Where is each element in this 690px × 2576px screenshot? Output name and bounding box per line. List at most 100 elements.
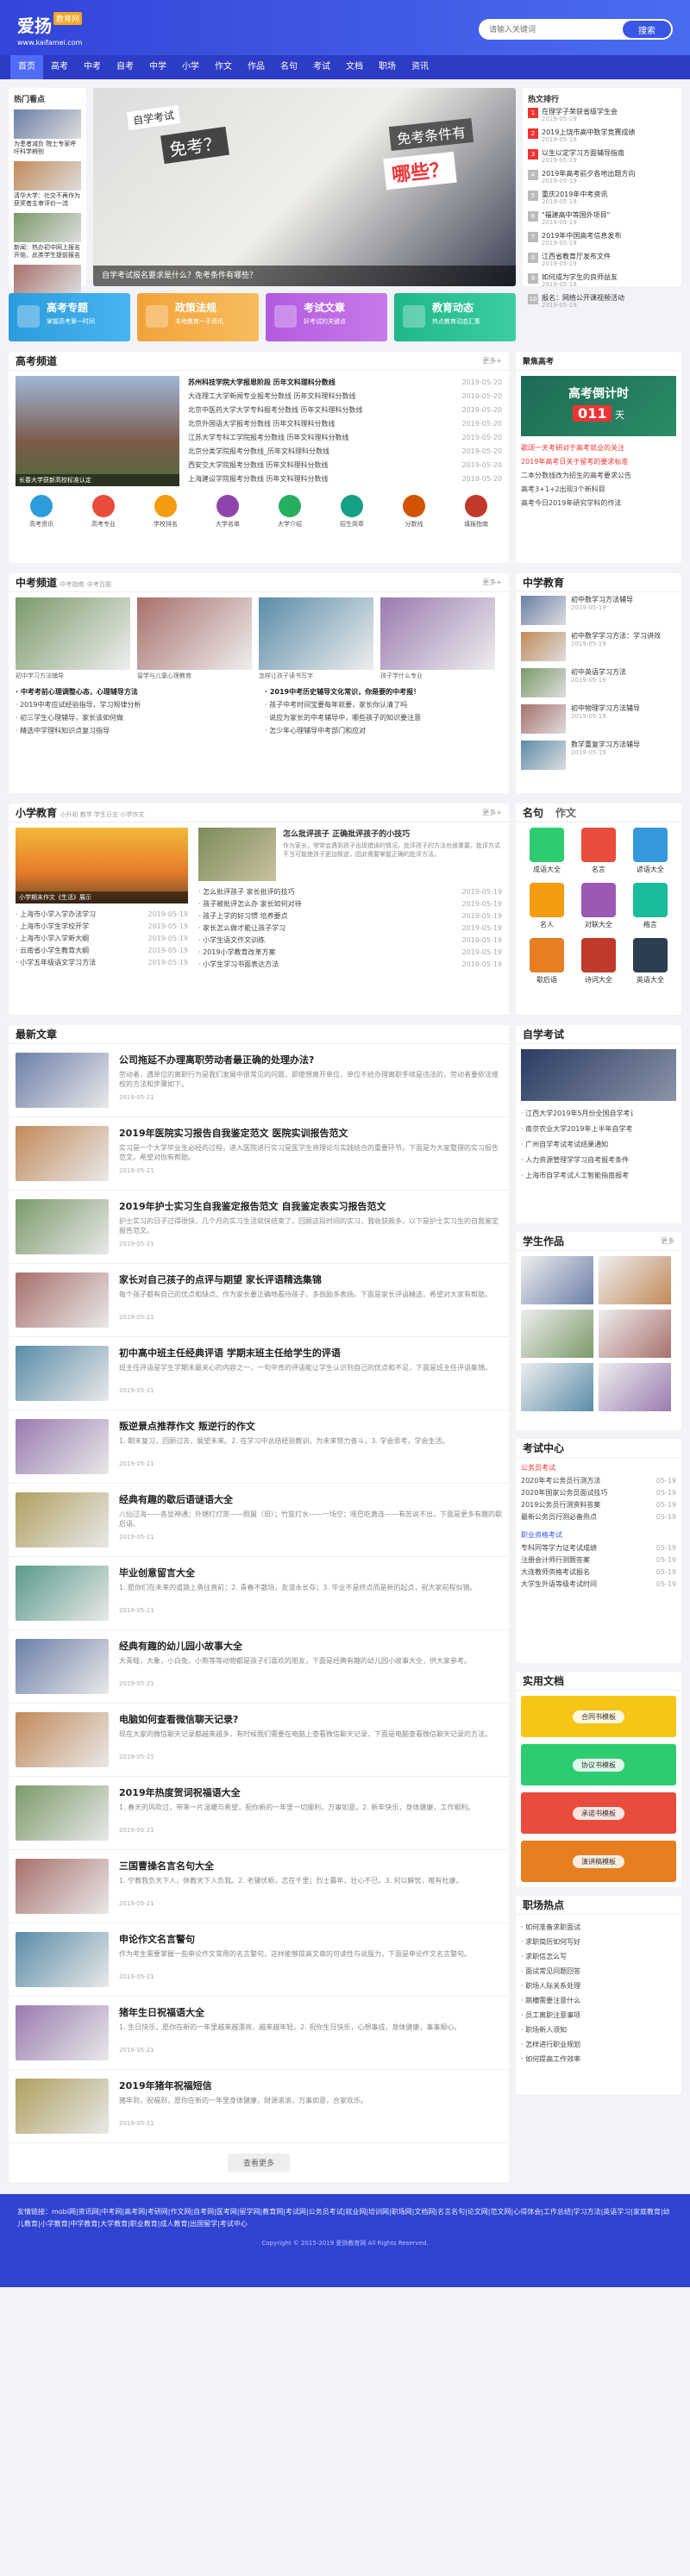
article-item[interactable]: 初中高中班主任经典评语 学期末班主任给学生的评语 班主任评语是学生学期末最关心的内…: [9, 1337, 509, 1410]
rank-item[interactable]: 7 2019年中国高考信息发布 2019-05-19: [528, 232, 676, 247]
list-item[interactable]: · 上海市小学入学新大纲 2019-05-19: [16, 933, 188, 945]
zhongxue-item[interactable]: 初中数学学习方法：学习讲效 2019-05-19: [521, 632, 676, 661]
list-item[interactable]: · 小学五年级语文学习方法 2019-05-19: [16, 957, 188, 969]
tab-mingju[interactable]: 名句: [523, 805, 543, 820]
doc-template-link[interactable]: 合同书模板: [521, 1696, 676, 1737]
career-item[interactable]: · 职场人际关系处理: [521, 1979, 676, 1993]
list-item[interactable]: 北京外国语大学报考分数线 历年文科理科分数线 2019-05-20: [188, 417, 502, 431]
list-item[interactable]: 专科同等学力证考试成绩 05-19: [521, 1542, 676, 1554]
list-item[interactable]: 北京中医药大学大学专科报考分数线 历年文科理科分数线 2019-05-20: [188, 403, 502, 417]
mingju-item[interactable]: 名言: [573, 828, 624, 874]
quick-link[interactable]: 考试文章 好考试的关键点: [266, 293, 387, 341]
rank-item[interactable]: 3 以生以定学习方面辅导指南 2019-05-19: [528, 149, 676, 165]
list-item[interactable]: 大连理工大学新闻专业报考分数线 历年文科理科分数线 2019-05-20: [188, 390, 502, 403]
article-item[interactable]: 2019年热度贺词祝福语大全 1. 春天的风吹过，带来一片温暖与希望，祝你新的一年…: [9, 1777, 509, 1850]
xiaoxue-image[interactable]: 小学期末作文《生活》展示: [16, 828, 188, 903]
list-item[interactable]: · 人力资源管理学学习自考报考条件: [521, 1153, 676, 1168]
nav-item[interactable]: 作文: [207, 55, 240, 79]
nav-item[interactable]: 自考: [109, 55, 141, 79]
zhongxue-item[interactable]: 初中英语学习方法 2019-05-19: [521, 668, 676, 697]
list-item[interactable]: 北京分类学院报考分数线_历年文科理科分数线 2019-05-20: [188, 445, 502, 459]
nav-item[interactable]: 首页: [10, 55, 43, 79]
zhongkao-pic[interactable]: 怎样让孩子读书写字: [259, 597, 373, 680]
zhongkao-sub-2[interactable]: 中考百题: [87, 581, 111, 588]
article-item[interactable]: 公司拖延不办理离职劳动者最正确的处理办法? 劳动者，遇单位的离职行为是我们发展中很…: [9, 1044, 509, 1117]
list-item[interactable]: · 小学生语文作文训练 2019-05-19: [198, 935, 502, 947]
zikao-image[interactable]: [521, 1049, 676, 1101]
countdown-item[interactable]: 歌颂一天考研对于高考就业的关注: [521, 441, 676, 455]
mingju-item[interactable]: 诗词大全: [573, 938, 624, 985]
search-input[interactable]: [489, 19, 610, 40]
list-item[interactable]: 2019公务员行测资料答案 05-19: [521, 1499, 676, 1511]
quick-link[interactable]: 高考专题 掌握高考第一时间: [9, 293, 130, 341]
banner[interactable]: 自学考试 免考？ 免考条件有 哪些？ 自学考试报名要求是什么？免考条件有哪些？: [93, 88, 516, 286]
zhongxue-item[interactable]: 初中数学习方法辅导 2019-05-19: [521, 596, 676, 625]
zhongkao-pic[interactable]: 初中学习方法辅导: [16, 597, 130, 680]
list-item[interactable]: · 孩子中考时间宝要每年就要，家长你认清了吗: [265, 698, 502, 711]
xiaoxue-feature-title[interactable]: 怎么批评孩子 正确批评孩子的小技巧: [283, 828, 502, 839]
list-item[interactable]: · 小学生学习书面表达方法 2019-05-19: [198, 959, 502, 971]
doc-template-link[interactable]: 承诺书模板: [521, 1792, 676, 1834]
zhongxue-item[interactable]: 初中物理学习方法辅导 2019-05-19: [521, 704, 676, 734]
mingju-item[interactable]: 谚语大全: [624, 828, 676, 874]
quick-link[interactable]: 教育动态 热点教育动态汇集: [394, 293, 516, 341]
gaokao-image[interactable]: 长春大学获新高校标准认定: [16, 376, 179, 486]
gaokao-icon-link[interactable]: 高考专业: [78, 495, 129, 528]
list-item[interactable]: 注册会计师行测题答案 05-19: [521, 1554, 676, 1566]
hot-item[interactable]: 为患者减负 院士专家呼吁科学辨别: [14, 109, 81, 156]
list-item[interactable]: · 说应为家长的中考辅导中，哪些孩子的知识要注意: [265, 711, 502, 724]
footer-links[interactable]: 友情链接：mobi网|资讯网|中考网|高考网|考研网|作文网|自考网|医考网|留…: [17, 2206, 673, 2230]
xiaoxue-feature-image[interactable]: [198, 828, 276, 881]
nav-item[interactable]: 名句: [273, 55, 305, 79]
zhongkao-more[interactable]: 更多+: [482, 578, 502, 587]
mingju-item[interactable]: 成语大全: [521, 828, 573, 874]
zhongkao-pic[interactable]: 留学与儿童心理教育: [137, 597, 252, 680]
career-item[interactable]: · 怎样进行职业规划: [521, 2037, 676, 2052]
list-item[interactable]: · 孩子上学的好习惯 培养要点 2019-05-19: [198, 910, 502, 922]
list-item[interactable]: 2020年考公务员行测方法 05-19: [521, 1475, 676, 1487]
list-item[interactable]: · 2019中考应试经验指导，学习规律分析: [16, 698, 253, 711]
gaokao-more[interactable]: 更多+: [482, 356, 502, 366]
xiaoxue-sub-tab[interactable]: 教学: [80, 811, 94, 818]
article-item[interactable]: 经典有趣的歇后语谜语大全 八仙过海——各显神通；外甥打灯笼——照舅（旧）；竹篮打水…: [9, 1484, 509, 1557]
article-item[interactable]: 2019年医院实习报告自我鉴定范文 医院实训报告范文 实习是一个大学毕业生必经的过…: [9, 1117, 509, 1191]
gaokao-icon-link[interactable]: 填报指南: [450, 495, 502, 528]
gaokao-icon-link[interactable]: 学校排名: [140, 495, 191, 528]
list-item[interactable]: · 精选中学理科知识点复习指导: [16, 724, 253, 737]
mingju-item[interactable]: 名人: [521, 883, 573, 929]
list-item[interactable]: · 2019中考历史辅导文化常识，你是要的中考报！: [265, 685, 502, 698]
list-item[interactable]: · 初三学生心理辅导，家长该如何做: [16, 711, 253, 724]
load-more-button[interactable]: 查看更多: [227, 2154, 290, 2172]
list-item[interactable]: · 云南省小学生教育大纲 2019-05-19: [16, 945, 188, 957]
nav-item[interactable]: 中考: [76, 55, 109, 79]
article-item[interactable]: 三国曹操名言名句大全 1. 宁教我负天下人，休教天下人负我。2. 老骥伏枥，志在千…: [9, 1850, 509, 1923]
nav-item[interactable]: 考试: [305, 55, 338, 79]
zhongxue-item[interactable]: 数学重复学习方法辅导 2019-05-19: [521, 741, 676, 770]
logo[interactable]: 爱扬 教育网 www.kaifamei.com: [17, 12, 82, 47]
quick-link[interactable]: 政策法规 本地教育一手资讯: [137, 293, 259, 341]
nav-item[interactable]: 职场: [371, 55, 404, 79]
xiaoxue-sub-tab[interactable]: 小学作文: [120, 811, 144, 818]
mingju-item[interactable]: 英语大全: [624, 938, 676, 985]
xiaoxue-sub-tab[interactable]: 小升初: [60, 811, 80, 818]
list-item[interactable]: · 中考考前心理调整心态，心理辅导方法: [16, 685, 253, 698]
article-item[interactable]: 经典有趣的幼儿园小故事大全 大青蛙，大象，小白兔，小熊等等动物都是孩子们喜欢的朋友…: [9, 1630, 509, 1704]
article-item[interactable]: 猪年生日祝福语大全 1. 生日快乐，愿你在新的一年里越来越漂亮，越来越年轻。2. …: [9, 1997, 509, 2070]
countdown-item[interactable]: 高考今日2019年研究学科的作法: [521, 497, 676, 510]
mingju-item[interactable]: 对联大全: [573, 883, 624, 929]
list-item[interactable]: · 上海市自学考试人工智能指南报考: [521, 1168, 676, 1184]
tab-zuowen[interactable]: 作文: [555, 805, 576, 820]
mingju-item[interactable]: 歇后语: [521, 938, 573, 985]
mingju-item[interactable]: 格言: [624, 883, 676, 929]
gaokao-icon-link[interactable]: 大学介绍: [264, 495, 316, 528]
list-item[interactable]: · 上海市小学生学校开学 2019-05-19: [16, 921, 188, 933]
xiaoxue-sub-tab[interactable]: 学生日志: [94, 811, 120, 818]
article-item[interactable]: 电脑如何查看微信聊天记录? 现在大家的微信聊天记录都越来越多，有时候我们需要在电脑…: [9, 1704, 509, 1777]
work-thumb[interactable]: [521, 1310, 593, 1358]
list-item[interactable]: · 南京农业大学2019年上半年自学考试: [521, 1122, 676, 1137]
hot-item[interactable]: 清华大学：社交不再作为获奖者主审评价一流: [14, 161, 81, 208]
search-button[interactable]: 搜索: [623, 21, 671, 38]
rank-item[interactable]: 9 如何成为学生的良师益友 2019-05-19: [528, 273, 676, 289]
list-item[interactable]: 江苏大学专科工学院报考分数线 历年文科理科分数线 2019-05-20: [188, 431, 502, 445]
countdown-item[interactable]: 高考3+1+2出现3个新科目: [521, 483, 676, 497]
